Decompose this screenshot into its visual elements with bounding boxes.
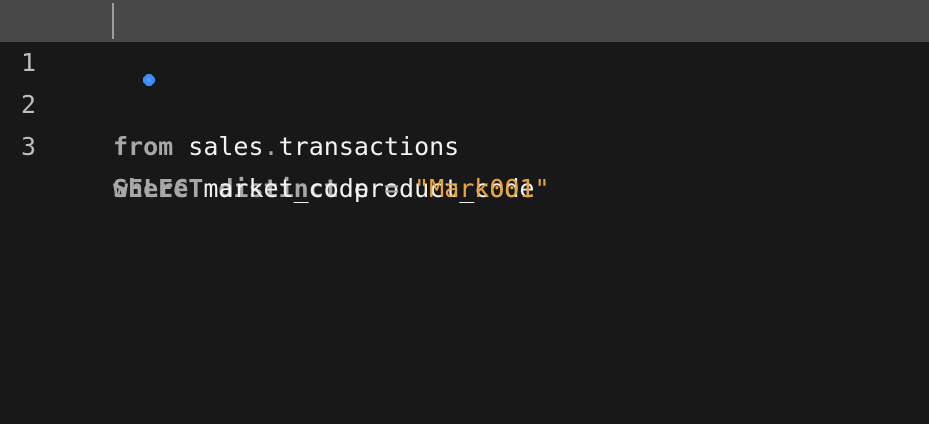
- code-editor[interactable]: 1 SELECT distinct product_code 2 from sa…: [0, 0, 929, 424]
- code-line-2[interactable]: 2 from sales.transactions: [0, 42, 929, 161]
- sql-operator: =: [383, 174, 400, 203]
- text-cursor: [112, 3, 114, 39]
- sql-keyword: from: [113, 132, 174, 161]
- sql-string-literal: "Mark001": [414, 174, 550, 203]
- code-line-3[interactable]: 3 where market_code = "Mark001": [0, 84, 929, 203]
- sql-identifier: sales: [188, 132, 264, 161]
- code-text[interactable]: where market_code = "Mark001": [113, 168, 550, 210]
- gear-dot-icon: [53, 15, 156, 86]
- line-number: 3: [20, 132, 36, 161]
- code-text[interactable]: from sales.transactions: [113, 126, 459, 168]
- sql-keyword: where: [113, 174, 189, 203]
- sql-identifier: market_code: [203, 174, 369, 203]
- sql-identifier: transactions: [278, 132, 460, 161]
- code-line-1[interactable]: 1 SELECT distinct product_code: [0, 0, 929, 203]
- sql-operator: .: [263, 132, 279, 161]
